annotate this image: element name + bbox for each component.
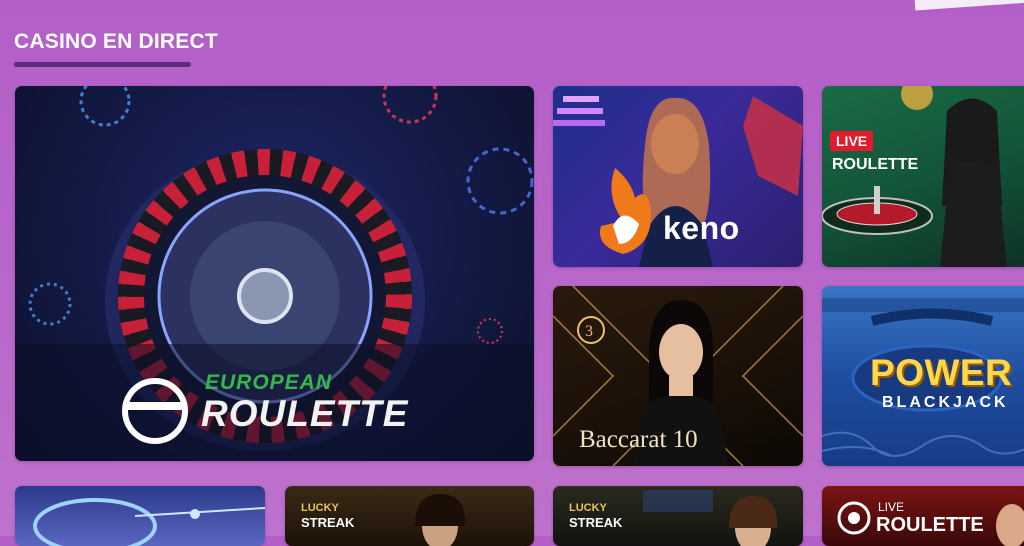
card-title: ROULETTE	[201, 393, 409, 434]
live-badge: LIVE	[830, 131, 874, 151]
game-card-baccarat[interactable]: 3 Baccarat 10	[553, 286, 803, 466]
card-title: POWER	[870, 352, 1013, 393]
card-brand-line-2: STREAK	[301, 515, 355, 530]
game-card-live-roulette[interactable]: LIVE ROULETTE	[822, 86, 1024, 267]
corner-decoration	[912, 0, 1024, 11]
game-card-lucky-streak-1[interactable]: LUCKY STREAK	[285, 486, 534, 546]
game-card-keno[interactable]: keno	[553, 86, 803, 267]
game-card-lucky-streak-2[interactable]: LUCKY STREAK	[553, 486, 803, 546]
section-title: CASINO EN DIRECT	[14, 30, 218, 53]
card-brand-line-2: STREAK	[569, 515, 623, 530]
live-badge: LIVE	[878, 500, 905, 514]
game-card-live-roulette-2[interactable]: LIVE ROULETTE	[822, 486, 1024, 546]
game-card-power-blackjack[interactable]: POWER BLACKJACK	[822, 286, 1024, 466]
card-title: ROULETTE	[832, 156, 919, 173]
game-card-european-roulette[interactable]: EUROPEAN ROULETTE	[15, 86, 534, 461]
live-roulette-artwork	[822, 86, 1007, 267]
title-underline	[14, 62, 191, 67]
card-title: Baccarat 10	[579, 426, 698, 453]
card-title: keno	[663, 210, 740, 246]
card-title: ROULETTE	[876, 514, 984, 536]
game-card-lottery[interactable]	[15, 486, 265, 546]
card-subtitle: BLACKJACK	[882, 394, 1009, 411]
lottery-drum-artwork	[33, 498, 265, 546]
card-brand-line-1: LUCKY	[301, 502, 339, 514]
card-brand-line-1: LUCKY	[569, 502, 607, 514]
card-subtitle: EUROPEAN	[205, 371, 333, 394]
svg-text:3: 3	[585, 323, 593, 340]
